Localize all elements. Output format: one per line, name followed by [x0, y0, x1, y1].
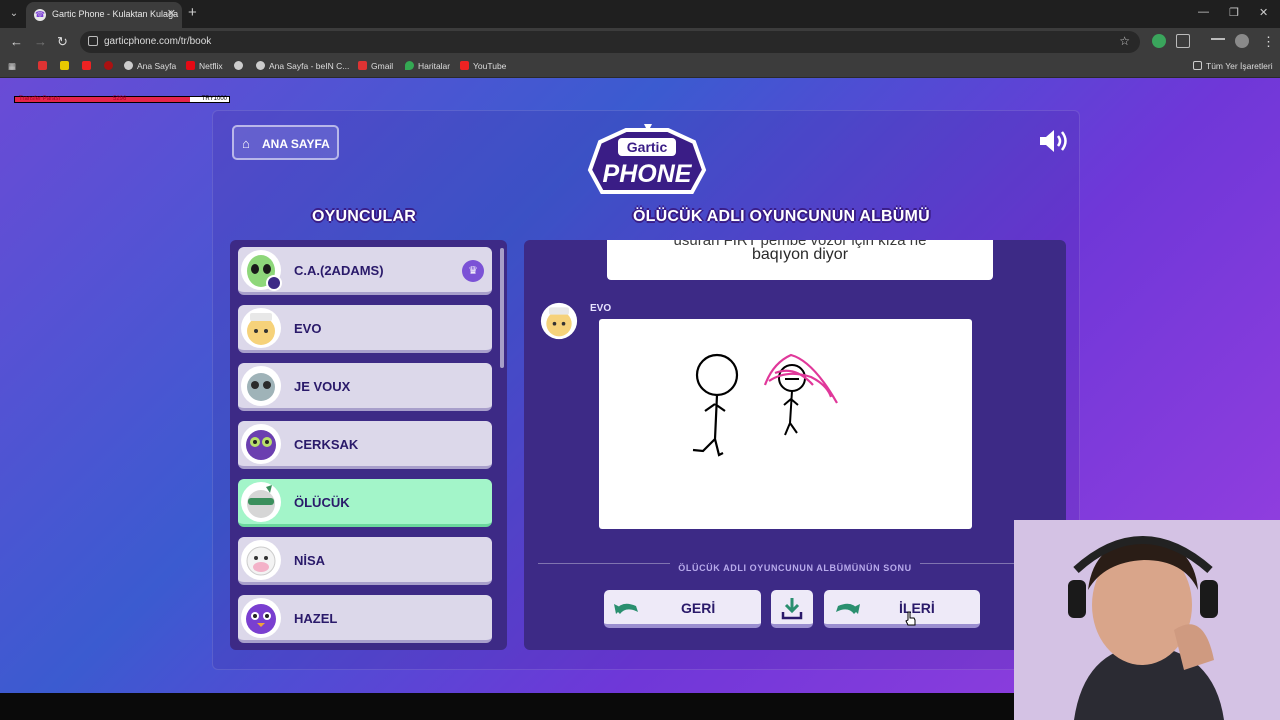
bookmark-netflix[interactable]: Netflix — [186, 61, 223, 71]
gmail-icon[interactable] — [38, 61, 51, 71]
address-bar[interactable]: garticphone.com/tr/book ☆ — [80, 31, 1140, 53]
sound-icon[interactable] — [1038, 128, 1070, 154]
logo-bottom-text: PHONE — [603, 160, 693, 188]
bookmark-maps[interactable]: Haritalar — [405, 61, 450, 71]
extensions-puzzle-icon[interactable] — [1176, 34, 1190, 48]
globe-icon[interactable] — [234, 61, 247, 71]
download-button[interactable] — [771, 590, 813, 628]
album-end-label: ÖLÜCÜK ADLI OYUNCUNUN ALBÜMÜNÜN SONU — [524, 558, 1066, 576]
owl-avatar-icon — [241, 424, 281, 464]
browser-toolbar: ← → ↻ garticphone.com/tr/book ☆ ⋮ — [0, 28, 1280, 56]
download-icon — [781, 598, 803, 620]
player-row: C.A.(2ADAMS) ♛ — [238, 247, 492, 295]
bookmark-yellow-icon[interactable] — [60, 61, 73, 71]
player-row: HAZEL — [238, 595, 492, 643]
drawer-avatar-icon — [540, 302, 578, 340]
reading-list-icon[interactable] — [1211, 38, 1225, 46]
player-name: NİSA — [294, 553, 326, 568]
webcam-overlay — [1014, 520, 1280, 720]
next-arrow-icon — [836, 603, 860, 614]
menu-dots-icon[interactable]: ⋮ — [1262, 34, 1275, 50]
back-arrow-icon — [614, 603, 638, 614]
extension-icon[interactable] — [1152, 34, 1166, 48]
back-button-label: GERİ — [681, 600, 716, 616]
players-heading: OYUNCULAR — [312, 208, 417, 225]
drawer-name: EVO — [590, 303, 612, 314]
apps-grid-icon[interactable]: ▦ — [8, 61, 16, 72]
close-window-icon[interactable]: ✕ — [1259, 6, 1268, 19]
player-name: CERKSAK — [294, 437, 359, 452]
close-tab-icon[interactable]: ✕ — [167, 7, 176, 20]
bookmark-bein[interactable]: Ana Sayfa - beIN C... — [256, 61, 349, 71]
home-icon: ⌂ — [242, 136, 250, 151]
bookmark-ana-sayfa[interactable]: Ana Sayfa — [124, 61, 176, 71]
player-name: C.A.(2ADAMS) — [294, 263, 384, 278]
bookmarks-bar: ▦ Ana Sayfa Netflix Ana Sayfa - beIN C..… — [0, 56, 1280, 78]
player-row: EVO — [238, 305, 492, 353]
back-button[interactable]: GERİ — [604, 590, 761, 628]
bird-avatar-icon — [241, 598, 281, 638]
gartic-phone-logo: Gartic PHONE — [587, 124, 707, 194]
transfer-label: Transfer Parası — [19, 96, 61, 102]
opera-icon[interactable] — [104, 61, 117, 71]
all-bookmarks[interactable]: Tüm Yer İşaretleri — [1193, 61, 1273, 71]
album-heading: ÖLÜCÜK ADLI OYUNCUNUN ALBÜMÜ — [633, 208, 930, 225]
tab-search-icon[interactable]: ⌄ — [6, 6, 22, 22]
profile-avatar[interactable] — [1235, 34, 1249, 48]
favicon-icon: ☎ — [34, 9, 46, 21]
player-name: EVO — [294, 321, 322, 336]
player-row: NİSA — [238, 537, 492, 585]
bookmark-youtube[interactable]: YouTube — [460, 61, 506, 71]
album-panel: usuran FIRT pembe vozor için kıza ne baq… — [524, 240, 1066, 650]
home-button-label: ANA SAYFA — [262, 137, 330, 151]
transfer-goal: TRY1000 — [201, 96, 227, 102]
robot-avatar-icon — [241, 366, 281, 406]
reload-icon[interactable]: ↻ — [57, 34, 68, 50]
youtube-small-icon[interactable] — [82, 61, 95, 71]
minimize-icon[interactable]: — — [1198, 6, 1209, 18]
bookmark-gmail[interactable]: Gmail — [358, 61, 393, 71]
transfer-bar: Transfer Parası 5296 TRY1000 — [14, 96, 230, 103]
restore-icon[interactable]: ❐ — [1229, 6, 1239, 19]
browser-tab-bar: ⌄ ☎ Gartic Phone - Kulaktan Kulağa ✕ + —… — [0, 0, 1280, 28]
tab-title: Gartic Phone - Kulaktan Kulağa — [52, 9, 179, 19]
cow-avatar-icon — [241, 540, 281, 580]
active-tab[interactable]: ☎ Gartic Phone - Kulaktan Kulağa ✕ — [26, 2, 182, 28]
guess-text-card: usuran FIRT pembe vozor için kıza ne baq… — [607, 240, 993, 280]
site-info-icon[interactable] — [88, 36, 98, 46]
taskbar-strip — [0, 693, 1014, 720]
guess-text: baqıyon diyor — [751, 246, 849, 263]
host-badge-icon — [266, 275, 282, 291]
crown-icon: ♛ — [462, 260, 484, 282]
bookmark-star-icon[interactable]: ☆ — [1119, 34, 1130, 48]
sunglasses-avatar-icon — [241, 482, 281, 522]
player-row: JE VOUX — [238, 363, 492, 411]
logo-top-text: Gartic — [627, 139, 668, 155]
player-name: ÖLÜCÜK — [294, 495, 350, 510]
player-row-active: ÖLÜCÜK — [238, 479, 492, 527]
player-name: HAZEL — [294, 611, 338, 626]
nurse-avatar-icon — [241, 308, 281, 348]
hand-cursor-icon — [905, 611, 916, 626]
back-icon[interactable]: ← — [10, 34, 23, 49]
drawing-canvas — [599, 319, 972, 529]
players-scrollbar[interactable] — [500, 248, 504, 368]
player-row: CERKSAK — [238, 421, 492, 469]
forward-icon[interactable]: → — [34, 34, 47, 49]
player-name: JE VOUX — [294, 379, 351, 394]
home-button[interactable]: ⌂ ANA SAYFA — [232, 125, 339, 160]
players-panel: C.A.(2ADAMS) ♛ EVO JE VOUX CERKSAK ÖLÜCÜ… — [230, 240, 507, 650]
streamer-webcam-image — [1014, 520, 1280, 720]
transfer-value: 5296 — [113, 96, 127, 102]
new-tab-icon[interactable]: + — [188, 5, 197, 21]
next-button[interactable]: İLERİ — [824, 590, 980, 628]
url-text: garticphone.com/tr/book — [104, 36, 212, 47]
